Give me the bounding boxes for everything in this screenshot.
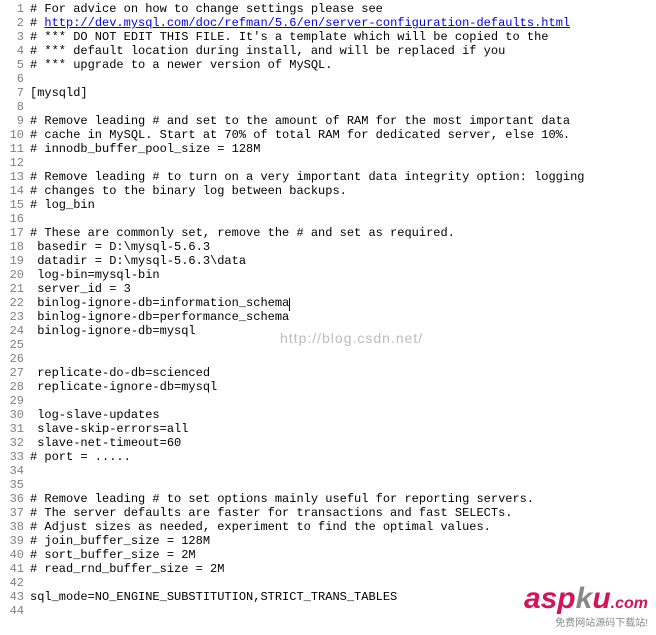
line-number: 19	[0, 254, 24, 268]
line-number: 43	[0, 590, 24, 604]
line-number: 34	[0, 464, 24, 478]
line-number: 20	[0, 268, 24, 282]
line-number: 32	[0, 436, 24, 450]
code-line[interactable]	[30, 212, 656, 226]
line-number: 10	[0, 128, 24, 142]
logo-tagline: 免费网站源码下载站!	[524, 614, 648, 629]
logo-u: u	[592, 582, 610, 615]
code-line[interactable]	[30, 338, 656, 352]
code-line[interactable]: # port = .....	[30, 450, 656, 464]
line-number: 25	[0, 338, 24, 352]
code-line[interactable]	[30, 478, 656, 492]
text-cursor	[289, 298, 290, 311]
line-number: 15	[0, 198, 24, 212]
code-line[interactable]: binlog-ignore-db=performance_schema	[30, 310, 656, 324]
code-line[interactable]: # For advice on how to change settings p…	[30, 2, 656, 16]
line-number: 27	[0, 366, 24, 380]
code-line[interactable]: [mysqld]	[30, 86, 656, 100]
code-line[interactable]: datadir = D:\mysql-5.6.3\data	[30, 254, 656, 268]
line-number: 13	[0, 170, 24, 184]
line-number: 33	[0, 450, 24, 464]
line-number: 36	[0, 492, 24, 506]
line-number-gutter: 1234567891011121314151617181920212223242…	[0, 0, 30, 635]
line-number: 31	[0, 422, 24, 436]
line-number: 28	[0, 380, 24, 394]
line-number: 8	[0, 100, 24, 114]
logo-k: k	[576, 582, 593, 615]
code-line[interactable]: # Remove leading # and set to the amount…	[30, 114, 656, 128]
code-line[interactable]: replicate-ignore-db=mysql	[30, 380, 656, 394]
line-number: 11	[0, 142, 24, 156]
line-number: 22	[0, 296, 24, 310]
line-number: 38	[0, 520, 24, 534]
code-line[interactable]: binlog-ignore-db=mysql	[30, 324, 656, 338]
code-text: #	[30, 16, 44, 30]
line-number: 12	[0, 156, 24, 170]
code-line[interactable]: binlog-ignore-db=information_schema	[30, 296, 656, 310]
code-line[interactable]: # join_buffer_size = 128M	[30, 534, 656, 548]
line-number: 35	[0, 478, 24, 492]
code-line[interactable]: slave-skip-errors=all	[30, 422, 656, 436]
line-number: 21	[0, 282, 24, 296]
code-line[interactable]: # These are commonly set, remove the # a…	[30, 226, 656, 240]
code-line[interactable]: # Remove leading # to set options mainly…	[30, 492, 656, 506]
line-number: 24	[0, 324, 24, 338]
code-line[interactable]	[30, 156, 656, 170]
hyperlink[interactable]: http://dev.mysql.com/doc/refman/5.6/en/s…	[44, 16, 570, 30]
code-line[interactable]: # http://dev.mysql.com/doc/refman/5.6/en…	[30, 16, 656, 30]
code-line[interactable]: log-bin=mysql-bin	[30, 268, 656, 282]
code-line[interactable]	[30, 72, 656, 86]
line-number: 14	[0, 184, 24, 198]
line-number: 29	[0, 394, 24, 408]
line-number: 7	[0, 86, 24, 100]
code-line[interactable]: basedir = D:\mysql-5.6.3	[30, 240, 656, 254]
code-editor[interactable]: 1234567891011121314151617181920212223242…	[0, 0, 656, 635]
code-line[interactable]	[30, 100, 656, 114]
code-area[interactable]: # For advice on how to change settings p…	[30, 0, 656, 635]
line-number: 44	[0, 604, 24, 618]
code-line[interactable]: # changes to the binary log between back…	[30, 184, 656, 198]
code-line[interactable]: # *** default location during install, a…	[30, 44, 656, 58]
code-line[interactable]: # The server defaults are faster for tra…	[30, 506, 656, 520]
code-line[interactable]: # Adjust sizes as needed, experiment to …	[30, 520, 656, 534]
line-number: 9	[0, 114, 24, 128]
code-line[interactable]: # cache in MySQL. Start at 70% of total …	[30, 128, 656, 142]
line-number: 42	[0, 576, 24, 590]
code-line[interactable]: # read_rnd_buffer_size = 2M	[30, 562, 656, 576]
code-line[interactable]	[30, 464, 656, 478]
code-line[interactable]: # Remove leading # to turn on a very imp…	[30, 170, 656, 184]
line-number: 18	[0, 240, 24, 254]
line-number: 5	[0, 58, 24, 72]
code-line[interactable]: # *** upgrade to a newer version of MySQ…	[30, 58, 656, 72]
line-number: 23	[0, 310, 24, 324]
line-number: 3	[0, 30, 24, 44]
code-line[interactable]: # log_bin	[30, 198, 656, 212]
line-number: 26	[0, 352, 24, 366]
line-number: 37	[0, 506, 24, 520]
line-number: 40	[0, 548, 24, 562]
logo-tld: .com	[611, 595, 648, 612]
code-line[interactable]: # sort_buffer_size = 2M	[30, 548, 656, 562]
line-number: 16	[0, 212, 24, 226]
code-line[interactable]: replicate-do-db=scienced	[30, 366, 656, 380]
code-line[interactable]: log-slave-updates	[30, 408, 656, 422]
code-line[interactable]: # *** DO NOT EDIT THIS FILE. It's a temp…	[30, 30, 656, 44]
line-number: 30	[0, 408, 24, 422]
code-line[interactable]	[30, 394, 656, 408]
code-line[interactable]	[30, 352, 656, 366]
line-number: 1	[0, 2, 24, 16]
code-line[interactable]: server_id = 3	[30, 282, 656, 296]
line-number: 41	[0, 562, 24, 576]
line-number: 39	[0, 534, 24, 548]
line-number: 6	[0, 72, 24, 86]
site-logo: aspku.com 免费网站源码下载站!	[524, 582, 648, 629]
line-number: 4	[0, 44, 24, 58]
line-number: 17	[0, 226, 24, 240]
logo-brand-text: asp	[524, 582, 576, 615]
code-line[interactable]: # innodb_buffer_pool_size = 128M	[30, 142, 656, 156]
line-number: 2	[0, 16, 24, 30]
code-line[interactable]: slave-net-timeout=60	[30, 436, 656, 450]
